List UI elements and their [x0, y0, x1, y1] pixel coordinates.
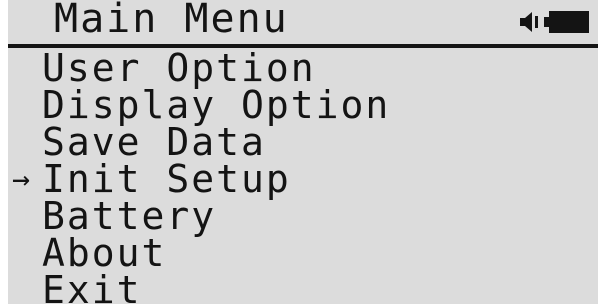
- lcd-screen: Main Menu User Option Display Option Sav…: [8, 0, 598, 304]
- menu-item-exit[interactable]: Exit: [8, 268, 598, 304]
- menu-item-save-data[interactable]: Save Data: [8, 120, 598, 164]
- title-bar: Main Menu: [8, 0, 598, 48]
- menu-item-label: User Option: [42, 46, 316, 90]
- menu-item-init-setup[interactable]: → Init Setup: [8, 157, 598, 201]
- battery-icon: [544, 11, 589, 33]
- menu-item-label: Save Data: [42, 120, 266, 164]
- menu-item-battery[interactable]: Battery: [8, 194, 598, 238]
- menu-item-display-option[interactable]: Display Option: [8, 83, 598, 127]
- menu-item-label: About: [42, 231, 167, 275]
- selection-arrow-icon: →: [12, 162, 31, 197]
- speaker-icon: [520, 12, 538, 32]
- menu-item-label: Battery: [42, 194, 217, 238]
- main-menu: User Option Display Option Save Data → I…: [8, 46, 598, 304]
- menu-item-about[interactable]: About: [8, 231, 598, 275]
- menu-item-user-option[interactable]: User Option: [8, 46, 598, 90]
- menu-item-label: Display Option: [42, 83, 391, 127]
- menu-item-label: Exit: [42, 268, 142, 304]
- status-area: [520, 8, 590, 36]
- menu-item-label: Init Setup: [42, 157, 291, 201]
- page-title: Main Menu: [54, 0, 289, 42]
